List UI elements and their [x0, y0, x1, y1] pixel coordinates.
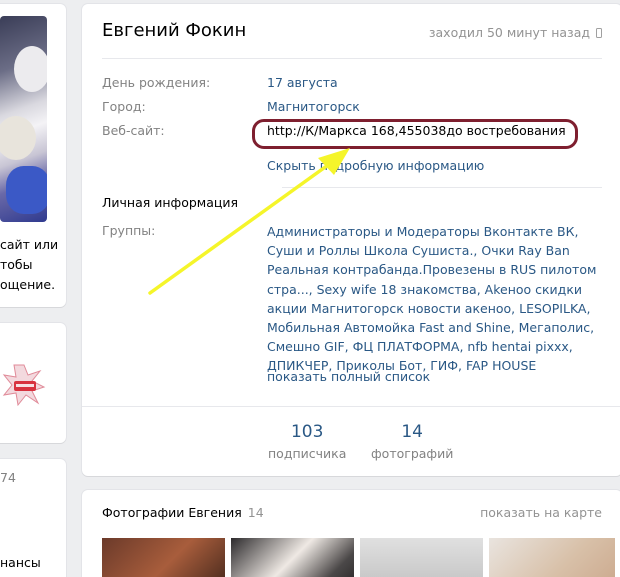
left-info-card: 74 нансы — [0, 459, 66, 577]
photo-thumbnail[interactable] — [231, 538, 354, 577]
left-text-line: сайт или — [0, 237, 59, 252]
birthday-label: День рождения: — [102, 75, 211, 90]
profile-avatar[interactable] — [0, 16, 47, 222]
last-seen-text: заходил 50 минут назад — [428, 25, 590, 40]
left-text-line: тобы — [0, 257, 33, 272]
photos-title-text: Фотографии Евгения — [102, 505, 242, 520]
left-profile-card: сайт или тобы ощение. — [0, 4, 66, 307]
show-full-list-link[interactable]: показать полный список — [267, 369, 430, 384]
photos-count: 14 — [247, 505, 264, 520]
hide-details-link[interactable]: Скрыть подробную информацию — [267, 158, 484, 173]
website-label: Веб-сайт: — [102, 123, 165, 138]
followers-stat[interactable]: 103 подписчика — [268, 422, 346, 461]
divider — [82, 406, 620, 407]
last-seen-status: заходил 50 минут назад — [429, 25, 602, 40]
avatar-shape — [6, 166, 47, 214]
groups-list[interactable]: Администраторы и Модераторы Вконтакте ВК… — [267, 222, 615, 376]
photos-stat[interactable]: 14 фотографий — [371, 422, 453, 461]
photos-card: Фотографии Евгения 14 показать на карте — [82, 490, 620, 577]
divider — [282, 187, 602, 188]
left-text-line: нансы — [0, 555, 41, 570]
mobile-phone-icon — [596, 27, 602, 38]
photo-thumbnail[interactable] — [360, 538, 483, 577]
divider — [102, 58, 602, 59]
left-count: 74 — [0, 470, 16, 485]
left-text-line: ощение. — [0, 277, 56, 292]
followers-count: 103 — [290, 422, 324, 442]
avatar-shape — [14, 46, 47, 92]
city-label: Город: — [102, 99, 146, 114]
groups-label: Группы: — [102, 223, 156, 238]
avatar-shape — [0, 116, 36, 160]
city-value[interactable]: Магнитогорск — [267, 99, 360, 114]
photos-count-stat: 14 — [401, 422, 423, 442]
photos-label: фотографий — [371, 446, 454, 461]
gift-icon[interactable] — [2, 363, 46, 407]
birthday-value[interactable]: 17 августа — [267, 75, 338, 90]
personal-info-heading: Личная информация — [102, 195, 239, 210]
gifts-card — [0, 323, 66, 443]
profile-info-card: Евгений Фокин заходил 50 минут назад Ден… — [82, 4, 620, 476]
photo-thumbnail[interactable] — [102, 538, 225, 577]
show-on-map-link[interactable]: показать на карте — [480, 505, 602, 520]
profile-name: Евгений Фокин — [102, 20, 247, 41]
photo-thumbnail[interactable] — [489, 538, 615, 577]
followers-label: подписчика — [268, 446, 347, 461]
photos-title[interactable]: Фотографии Евгения 14 — [102, 505, 264, 520]
highlight-oval — [252, 119, 578, 149]
